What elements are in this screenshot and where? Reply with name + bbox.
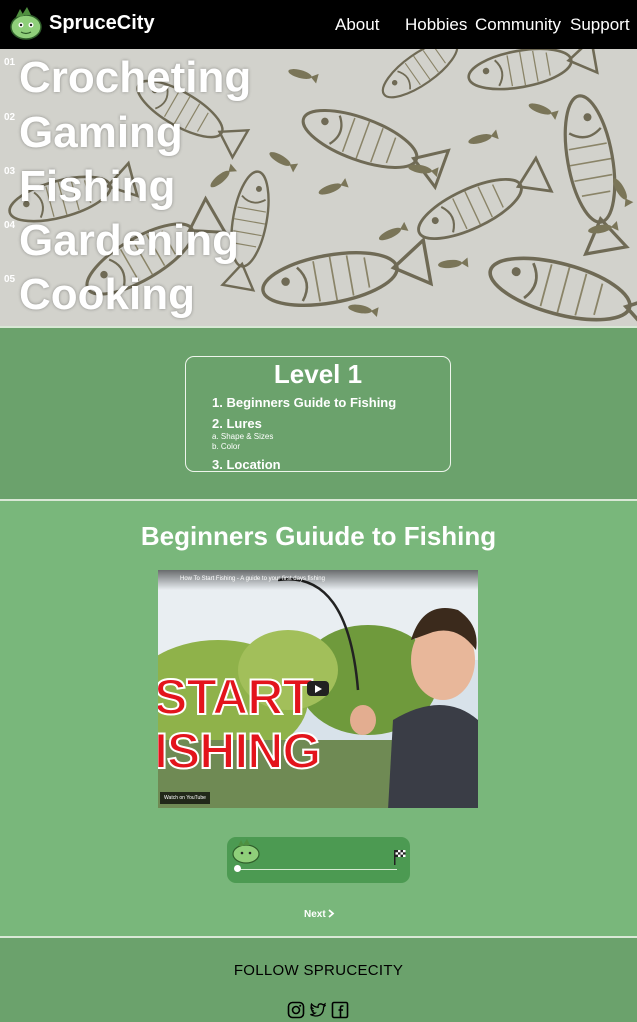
hobby-number: 05: [4, 274, 16, 285]
nav-link-about[interactable]: About: [335, 15, 379, 35]
overlay-line-2: ISHING: [158, 723, 322, 779]
hobby-number: 03: [4, 166, 16, 177]
lesson-section: Beginners Guiude to Fishing START ISHING…: [0, 501, 637, 936]
brand[interactable]: SpruceCity: [8, 5, 155, 41]
overlay-line-1: START: [158, 669, 314, 725]
play-button[interactable]: [307, 681, 329, 696]
hobby-number: 01: [4, 57, 16, 68]
watch-on-youtube-button[interactable]: Watch on YouTube: [160, 792, 210, 804]
lesson-title: Beginners Guiude to Fishing: [140, 521, 497, 551]
hobby-item-gaming[interactable]: 02 Gaming: [0, 106, 300, 160]
follow-heading: FOLLOW SPRUCECITY: [233, 962, 404, 979]
nav-link-support[interactable]: Support: [570, 15, 630, 35]
level-subitem-color[interactable]: b. Color: [212, 442, 240, 451]
hobby-number: 02: [4, 112, 16, 123]
video-title[interactable]: How To Start Fishing - A guide to your f…: [180, 576, 325, 582]
progress-track: [237, 869, 397, 870]
video-overlay-text: START ISHING: [158, 669, 322, 779]
hobby-name: Cooking: [19, 270, 195, 319]
hobby-number: 04: [4, 220, 16, 231]
hobby-name: Gardening: [19, 216, 240, 265]
next-button[interactable]: Next: [304, 909, 335, 920]
level-title: Level 1: [273, 359, 363, 389]
progress-tracker: [227, 837, 410, 883]
next-label: Next: [304, 909, 326, 920]
level-item-beginners-guide[interactable]: 1. Beginners Guide to Fishing: [212, 395, 396, 410]
hobby-item-cooking[interactable]: 05 Cooking: [0, 268, 300, 322]
level-section: Level 1 1. Beginners Guide to Fishing 2.…: [0, 328, 637, 499]
hobby-name: Fishing: [19, 162, 176, 211]
progress-marker: [234, 865, 241, 872]
instagram-icon[interactable]: [287, 1001, 305, 1019]
finish-flag-icon: [394, 850, 406, 865]
hobby-name: Gaming: [19, 108, 183, 157]
hobby-item-gardening[interactable]: 04 Gardening: [0, 214, 300, 268]
level-subitem-shape-sizes[interactable]: a. Shape & Sizes: [212, 432, 273, 441]
footer: FOLLOW SPRUCECITY: [0, 938, 637, 1022]
spruce-mascot-icon: [232, 839, 260, 864]
chevron-right-icon: [328, 909, 335, 918]
top-navbar: SpruceCity About Hobbies Community Suppo…: [0, 0, 637, 49]
social-links: [287, 1001, 349, 1019]
facebook-icon[interactable]: [331, 1001, 349, 1019]
hero-banner: 01 Crocheting 02 Gaming 03 Fishing 04 Ga…: [0, 49, 637, 326]
hobby-name: Crocheting: [19, 53, 252, 102]
video-embed[interactable]: START ISHING How To Start Fishing - A gu…: [158, 570, 478, 808]
level-item-lures[interactable]: 2. Lures: [212, 416, 262, 431]
level-outline-card: Level 1 1. Beginners Guide to Fishing 2.…: [185, 356, 451, 472]
nav-link-community[interactable]: Community: [475, 15, 561, 35]
hobby-item-crocheting[interactable]: 01 Crocheting: [0, 51, 300, 105]
brand-name: SpruceCity: [49, 11, 155, 34]
nav-link-hobbies[interactable]: Hobbies: [405, 15, 467, 35]
twitter-icon[interactable]: [309, 1001, 327, 1019]
hobby-item-fishing[interactable]: 03 Fishing: [0, 160, 300, 214]
level-item-location[interactable]: 3. Location: [212, 457, 281, 472]
spruce-logo-icon: [10, 7, 42, 40]
